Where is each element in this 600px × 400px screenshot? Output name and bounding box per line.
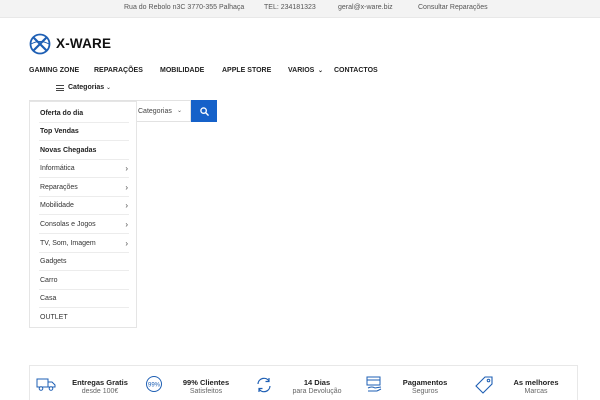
- feature-title: 99% Clientes: [182, 378, 230, 387]
- feature-title: 14 Dias: [303, 378, 331, 387]
- category-item-mobilidade[interactable]: Mobilidade ›: [39, 197, 129, 215]
- chevron-down-icon: ⌄: [316, 68, 324, 74]
- category-item-label: Gadgets: [40, 258, 67, 265]
- nav-varios-label: VARIOS: [288, 67, 315, 74]
- consult-repairs-link[interactable]: Consultar Reparações: [418, 4, 488, 11]
- chevron-right-icon: ›: [125, 183, 128, 192]
- category-item-top-vendas[interactable]: Top Vendas: [39, 123, 129, 141]
- store-email[interactable]: geral@x-ware.biz: [338, 4, 393, 11]
- chevron-down-icon: ⌄: [177, 108, 183, 114]
- category-item-reparacoes[interactable]: Reparações ›: [39, 179, 129, 197]
- nav-mobilidade[interactable]: MOBILIDADE: [160, 67, 204, 74]
- category-item-oferta-do-dia[interactable]: Oferta do dia: [39, 105, 129, 123]
- category-item-label: Casa: [40, 295, 57, 302]
- feature-14-day-returns: 14 Dias para Devolução: [252, 366, 357, 400]
- nav-reparacoes[interactable]: REPARAÇÕES: [94, 67, 143, 74]
- categories-toggle-label: Categorias: [68, 84, 105, 91]
- chevron-down-icon: ⌄: [106, 85, 112, 91]
- feature-free-delivery: Entregas Gratis desde 100€: [34, 366, 139, 400]
- category-item-label: Informática: [40, 165, 75, 172]
- search-button[interactable]: [191, 100, 217, 122]
- chevron-right-icon: ›: [125, 164, 128, 173]
- category-item-label: Carro: [40, 277, 58, 284]
- x-ware-logo-icon: [29, 33, 51, 55]
- nav-gaming-zone[interactable]: GAMING ZONE: [29, 67, 79, 74]
- category-item-casa[interactable]: Casa: [39, 290, 129, 308]
- nav-apple-store[interactable]: APPLE STORE: [222, 67, 271, 74]
- category-item-label: Reparações: [40, 184, 78, 191]
- feature-subtitle: Satisfeitos: [189, 388, 223, 395]
- hamburger-icon: [56, 85, 64, 91]
- feature-title: Pagamentos: [402, 378, 448, 387]
- category-item-label: Oferta do dia: [40, 110, 84, 117]
- search-category-select[interactable]: Categorias ⌄: [134, 100, 191, 122]
- category-item-consolas-e-jogos[interactable]: Consolas e Jogos ›: [39, 216, 129, 234]
- logo-text: X-WARE: [56, 36, 112, 51]
- feature-satisfied-clients: 99% 99% Clientes Satisfeitos: [142, 366, 247, 400]
- chevron-right-icon: ›: [125, 220, 128, 229]
- feature-title: As melhores: [513, 378, 559, 387]
- category-item-outlet[interactable]: OUTLET: [39, 309, 129, 327]
- category-item-carro[interactable]: Carro: [39, 272, 129, 290]
- store-address: Rua do Rebolo n3C 3770-355 Palhaça: [124, 4, 245, 11]
- top-bar: Rua do Rebolo n3C 3770-355 Palhaça TEL: …: [0, 0, 600, 18]
- chevron-right-icon: ›: [125, 201, 128, 210]
- category-item-label: OUTLET: [40, 314, 68, 321]
- percent-badge-icon: 99%: [146, 376, 162, 392]
- secure-payment-icon: [366, 376, 382, 392]
- feature-subtitle: desde 100€: [81, 388, 119, 395]
- site-logo[interactable]: X-WARE: [29, 31, 139, 57]
- price-tag-icon: [475, 376, 493, 394]
- truck-icon: [36, 378, 56, 391]
- category-item-label: TV, Som, Imagem: [40, 240, 96, 247]
- category-item-gadgets[interactable]: Gadgets: [39, 253, 129, 271]
- nav-varios[interactable]: VARIOS ⌄: [288, 67, 323, 74]
- nav-contactos[interactable]: CONTACTOS: [334, 67, 378, 74]
- feature-subtitle: Seguros: [411, 388, 439, 395]
- features-strip: Entregas Gratis desde 100€ 99% 99% Clien…: [29, 365, 578, 400]
- category-item-tv-som-imagem[interactable]: TV, Som, Imagem ›: [39, 235, 129, 253]
- store-phone[interactable]: TEL: 234181323: [264, 4, 316, 11]
- feature-best-brands: As melhores Marcas: [472, 366, 577, 400]
- feature-secure-payments: Pagamentos Seguros: [363, 366, 468, 400]
- svg-text:99%: 99%: [148, 383, 161, 389]
- category-item-label: Novas Chegadas: [40, 147, 97, 154]
- feature-subtitle: para Devolução: [292, 388, 342, 395]
- return-arrows-icon: [257, 377, 271, 393]
- search-category-label: Categorias: [138, 108, 172, 115]
- search-icon: [200, 107, 209, 116]
- category-item-novas-chegadas[interactable]: Novas Chegadas: [39, 142, 129, 160]
- feature-title: Entregas Gratis: [72, 378, 128, 387]
- feature-subtitle: Marcas: [524, 388, 548, 395]
- category-item-label: Consolas e Jogos: [40, 221, 96, 228]
- category-item-label: Top Vendas: [40, 128, 79, 135]
- chevron-right-icon: ›: [125, 239, 128, 248]
- category-item-label: Mobilidade: [40, 202, 74, 209]
- categories-toggle-button[interactable]: Categorias ⌄: [29, 79, 137, 97]
- category-item-informatica[interactable]: Informática ›: [39, 160, 129, 178]
- category-dropdown-menu: Oferta do dia Top Vendas Novas Chegadas …: [29, 101, 137, 328]
